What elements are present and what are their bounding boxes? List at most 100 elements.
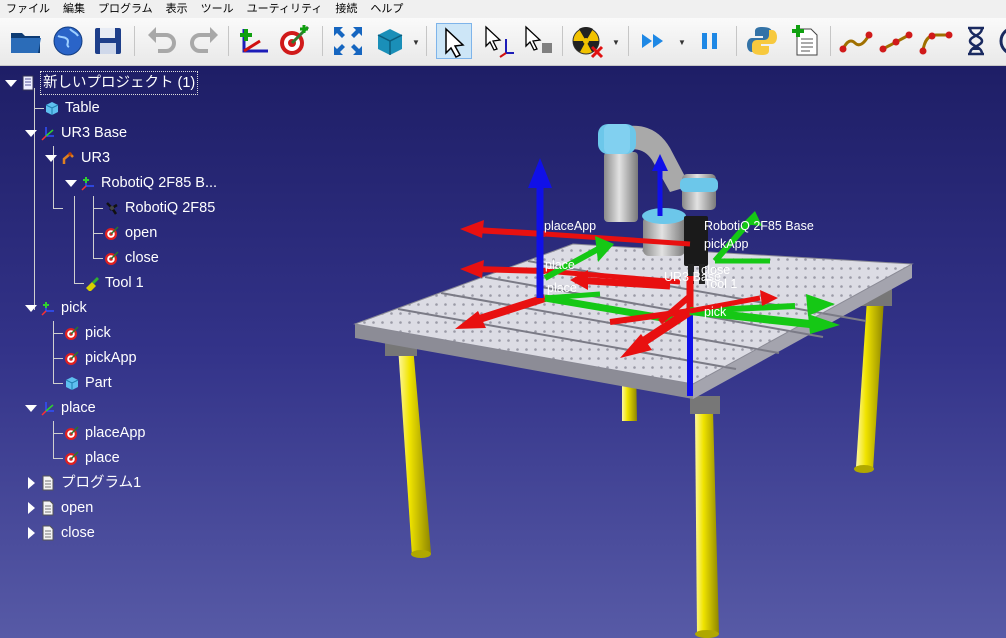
expand-toggle-icon[interactable] — [24, 476, 38, 490]
joint-move-icon — [839, 31, 873, 53]
open-folder-button[interactable] — [8, 23, 44, 59]
move-reference-icon — [485, 25, 514, 58]
tree-item-ur3[interactable]: UR3 — [44, 147, 110, 169]
tree-item-robotiq-base[interactable]: RobotiQ 2F85 B... — [64, 172, 217, 194]
target-add-icon — [280, 25, 310, 55]
tree-line — [53, 458, 63, 459]
gripper-icon — [104, 200, 120, 216]
tree-line — [93, 258, 103, 259]
collision-check-button[interactable] — [570, 23, 606, 59]
menu-tools[interactable]: ツール — [195, 0, 241, 18]
program-icon — [40, 500, 56, 516]
online-library-button[interactable] — [50, 23, 86, 59]
undo-button[interactable] — [144, 23, 180, 59]
target-icon — [64, 325, 80, 341]
save-button[interactable] — [90, 23, 126, 59]
collapse-toggle-icon[interactable] — [24, 126, 38, 140]
fit-all-button[interactable] — [330, 23, 366, 59]
tree-item-label: RobotiQ 2F85 B... — [101, 175, 218, 191]
label-place-2: place — [547, 281, 577, 295]
tree-item-label: Table — [65, 100, 100, 116]
tree-item-place-frame[interactable]: place — [24, 397, 96, 419]
tree-item-table[interactable]: Table — [44, 97, 100, 119]
collapse-toggle-icon[interactable] — [44, 151, 58, 165]
tree-item-pick-target[interactable]: pick — [64, 322, 111, 344]
object-icon — [44, 100, 60, 116]
globe-icon — [53, 26, 83, 56]
frame-icon — [40, 125, 56, 141]
tree-item-label: open — [61, 500, 94, 516]
tree-item-pickapp-target[interactable]: pickApp — [64, 347, 137, 369]
cube-dropdown-icon[interactable]: ▼ — [412, 38, 420, 47]
tree-item-part[interactable]: Part — [64, 372, 112, 394]
move-reference-button[interactable] — [480, 23, 516, 59]
tree-item-pick-frame[interactable]: pick — [24, 297, 87, 319]
select-button[interactable] — [436, 23, 472, 59]
collapse-toggle-icon[interactable] — [24, 401, 38, 415]
tree-item-label: pick — [61, 300, 87, 316]
tree-item-open-target[interactable]: open — [104, 222, 157, 244]
simulation-speed-button[interactable] — [996, 23, 1006, 59]
collapse-toggle-icon[interactable] — [4, 76, 18, 90]
add-program-button[interactable] — [788, 23, 824, 59]
menu-edit[interactable]: 編集 — [57, 0, 92, 18]
station-icon — [20, 75, 36, 91]
tree-item-label: RobotiQ 2F85 — [125, 200, 216, 216]
station-tree: 新しいプロジェクト (1) Table UR3 Base UR3 RobotiQ… — [0, 66, 260, 638]
tree-item-label: pickApp — [85, 350, 137, 366]
menu-view[interactable]: 表示 — [160, 0, 195, 18]
python-button[interactable] — [744, 23, 780, 59]
move-linear-button[interactable] — [878, 23, 914, 59]
3d-viewport[interactable]: placeApp place place RobotiQ 2F85 Base p… — [0, 66, 1006, 638]
redo-button[interactable] — [186, 23, 222, 59]
run-program-button[interactable] — [636, 23, 672, 59]
label-place: place — [545, 258, 575, 272]
object-icon — [64, 375, 80, 391]
tree-item-label: pick — [85, 325, 111, 341]
move-object-icon — [525, 25, 552, 53]
tree-item-label: open — [125, 225, 158, 241]
tree-item-tool-1[interactable]: Tool 1 — [84, 272, 144, 294]
move-circular-button[interactable] — [918, 23, 954, 59]
tree-item-program1[interactable]: プログラム1 — [24, 472, 141, 494]
menu-help[interactable]: ヘルプ — [364, 0, 410, 18]
expand-toggle-icon[interactable] — [24, 526, 38, 540]
menu-connect[interactable]: 接続 — [329, 0, 364, 18]
tree-item-label: place — [85, 450, 120, 466]
program-icon — [40, 475, 56, 491]
label-pick: pick — [704, 305, 727, 319]
fast-forward-icon — [642, 34, 663, 48]
collapse-toggle-icon[interactable] — [24, 301, 38, 315]
pause-button[interactable] — [692, 23, 728, 59]
menu-file[interactable]: ファイル — [0, 0, 57, 18]
tree-item-placeapp-target[interactable]: placeApp — [64, 422, 145, 444]
tree-item-root[interactable]: 新しいプロジェクト (1) — [4, 71, 199, 95]
frame-icon — [40, 400, 56, 416]
menu-utilities[interactable]: ユーティリティ — [241, 0, 330, 18]
tree-line — [53, 358, 63, 359]
move-object-button[interactable] — [520, 23, 556, 59]
add-reference-frame-button[interactable] — [236, 23, 272, 59]
hourglass-icon — [968, 26, 984, 56]
tree-item-open-program[interactable]: open — [24, 497, 93, 519]
move-joint-button[interactable] — [838, 23, 874, 59]
tree-item-ur3-base[interactable]: UR3 Base — [24, 122, 127, 144]
folder-icon — [11, 33, 41, 53]
tree-item-close-program[interactable]: close — [24, 522, 95, 544]
menu-program[interactable]: プログラム — [92, 0, 160, 18]
tree-line — [53, 383, 63, 384]
tree-item-close-target[interactable]: close — [104, 247, 159, 269]
tree-item-place-target[interactable]: place — [64, 447, 120, 469]
add-target-button[interactable] — [276, 23, 312, 59]
pause-instruction-button[interactable] — [958, 23, 994, 59]
tree-item-robotiq-2f85[interactable]: RobotiQ 2F85 — [104, 197, 215, 219]
collapse-toggle-icon[interactable] — [64, 176, 78, 190]
robot-icon — [60, 150, 76, 166]
collision-dropdown-icon[interactable]: ▼ — [612, 38, 620, 47]
toolbar-separator — [562, 26, 563, 56]
expand-toggle-icon[interactable] — [24, 501, 38, 515]
add-object-button[interactable] — [372, 23, 408, 59]
program-icon — [40, 525, 56, 541]
add-document-icon — [792, 25, 818, 56]
run-dropdown-icon[interactable]: ▼ — [678, 38, 686, 47]
